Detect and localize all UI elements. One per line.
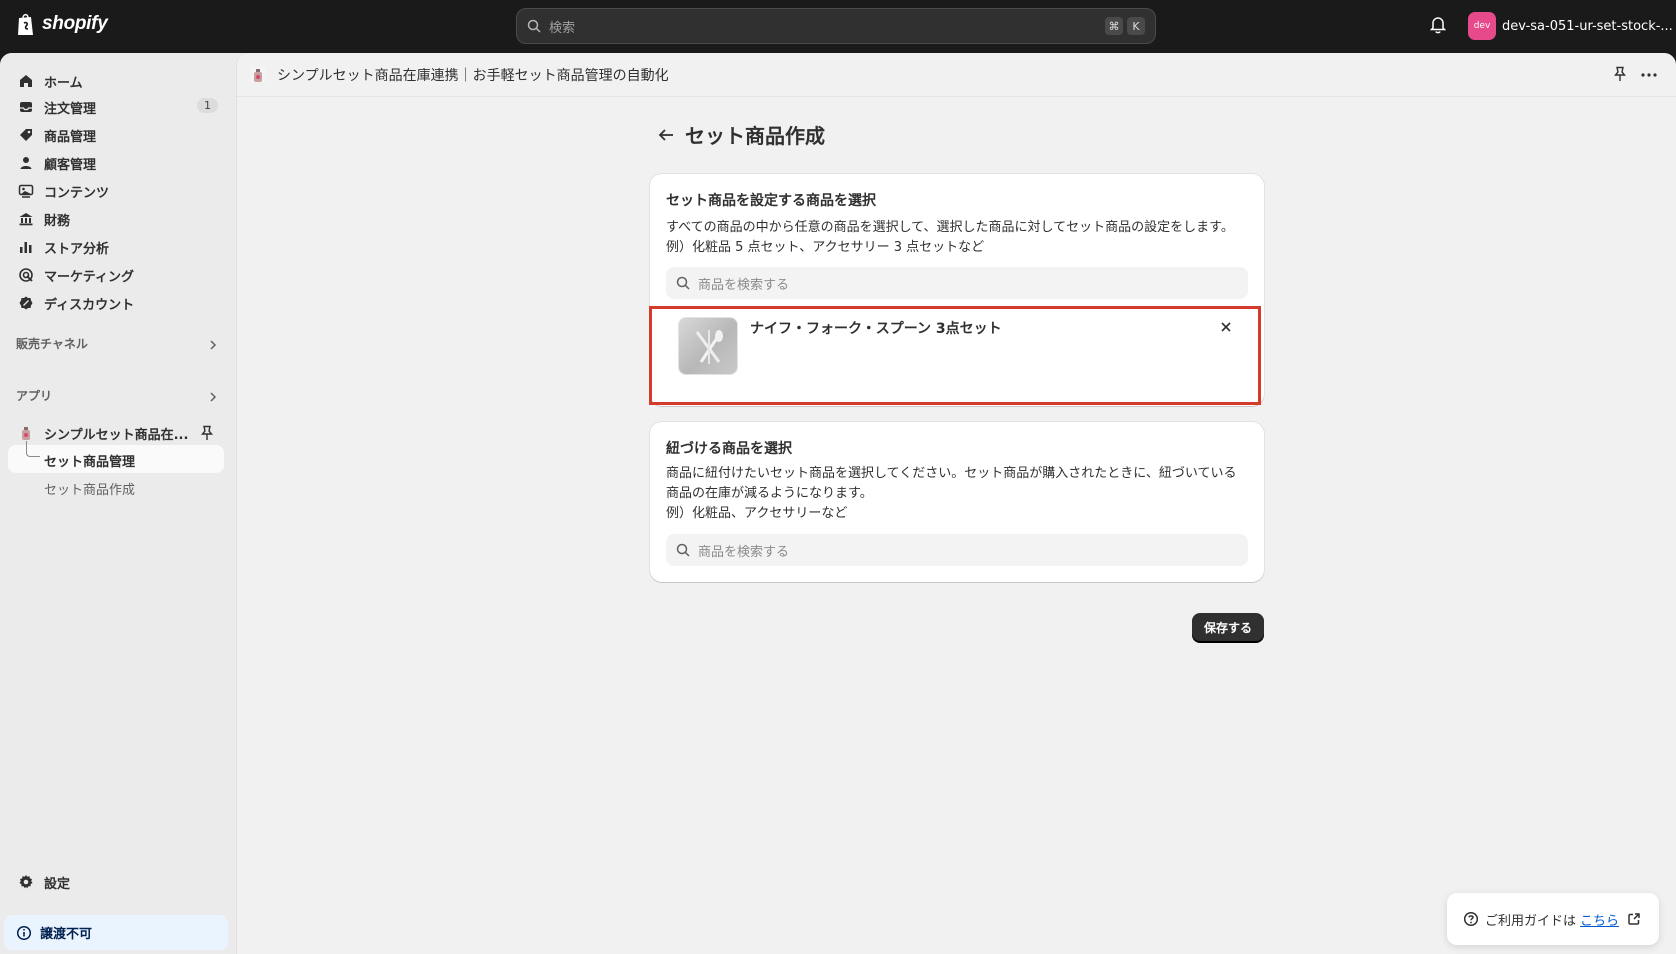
apps-label[interactable]: アプリ — [16, 387, 52, 404]
card-description: すべての商品の中から任意の商品を選択して、選択した商品に対してセット商品の設定を… — [666, 220, 1234, 235]
sidebar-item-label: 注文管理 — [44, 101, 97, 117]
info-icon — [16, 925, 32, 940]
guide-label: ご利用ガイドは — [1485, 913, 1577, 929]
card-title: セット商品を設定する商品を選択 — [666, 193, 876, 209]
sidebar-item-label: ディスカウント — [44, 297, 135, 313]
save-button[interactable]: 保存する — [1192, 613, 1264, 642]
search-icon — [527, 19, 541, 33]
shopify-logo[interactable]: shopify — [16, 12, 108, 36]
cutlery-image — [695, 330, 723, 364]
sales-channels-label[interactable]: 販売チャネル — [16, 335, 88, 352]
sidebar-item-label: 商品管理 — [44, 129, 97, 145]
sidebar-item-label: 財務 — [44, 213, 71, 229]
pin-icon[interactable] — [1613, 66, 1627, 82]
non-transferable-banner[interactable]: 譲渡不可 — [4, 915, 228, 950]
non-transferable-label: 譲渡不可 — [40, 927, 93, 942]
sidebar-item-home[interactable]: ホーム — [8, 67, 224, 95]
card-example: 例）化粧品、アクセサリーなど — [666, 506, 848, 521]
main-content: シンプルセット商品在庫連携｜お手軽セット商品管理の自動化 セット商品作成 セット… — [236, 53, 1676, 954]
search-icon — [676, 543, 690, 557]
app-header: シンプルセット商品在庫連携｜お手軽セット商品管理の自動化 — [237, 53, 1676, 97]
back-arrow-icon[interactable] — [657, 127, 675, 143]
search-icon — [676, 276, 690, 290]
app-bottle-icon — [22, 427, 30, 440]
tree-connector — [26, 441, 40, 457]
pin-icon[interactable] — [200, 425, 214, 441]
image-icon — [18, 184, 34, 198]
sidebar-item-label: コンテンツ — [44, 185, 110, 201]
sidebar-item-content[interactable]: コンテンツ — [8, 177, 224, 205]
chevron-right-icon[interactable] — [208, 391, 218, 403]
user-guide-widget: ご利用ガイドは こちら — [1447, 893, 1659, 945]
sidebar-item-marketing[interactable]: マーケティング — [8, 261, 224, 289]
external-link-icon[interactable] — [1627, 912, 1641, 926]
person-icon — [20, 157, 32, 169]
more-actions-icon[interactable] — [1641, 73, 1657, 77]
sidebar-item-label: 顧客管理 — [44, 157, 97, 173]
tag-icon — [20, 129, 32, 141]
sidebar-item-label: 設定 — [44, 876, 71, 892]
sidebar-item-label: マーケティング — [44, 269, 134, 285]
chart-icon — [20, 242, 32, 253]
page-title: セット商品作成 — [685, 124, 825, 148]
guide-link[interactable]: こちら — [1580, 910, 1619, 929]
card-example: 例）化粧品 5 点セット、アクセサリー 3 点セットなど — [666, 240, 985, 255]
card-title: 紐づける商品を選択 — [666, 441, 792, 457]
sidebar: ホーム 注文管理 1 商品管理 顧客管理 コンテンツ 財務 ストア分析 マーケテ… — [0, 53, 236, 954]
selected-product-name: ナイフ・フォーク・スプーン 3点セット — [750, 321, 1002, 337]
admin-frame: ホーム 注文管理 1 商品管理 顧客管理 コンテンツ 財務 ストア分析 マーケテ… — [0, 53, 1676, 954]
store-name: dev-sa-051-ur-set-stock-... — [1502, 18, 1673, 34]
shortcut-key-command: ⌘ — [1105, 17, 1123, 35]
app-header-title: シンプルセット商品在庫連携｜お手軽セット商品管理の自動化 — [277, 67, 669, 84]
chevron-right-icon[interactable] — [208, 339, 218, 351]
link-products-card: 紐づける商品を選択 商品に紐付けたいセット商品を選択してください。セット商品が購… — [650, 422, 1264, 582]
sidebar-subitem-set-create[interactable]: セット商品作成 — [44, 479, 135, 498]
search-placeholder: 商品を検索する — [698, 544, 790, 560]
bell-icon[interactable] — [1430, 16, 1446, 34]
target-icon — [19, 268, 33, 282]
orders-count-badge: 1 — [197, 98, 218, 113]
search-placeholder: 商品を検索する — [698, 277, 790, 293]
sidebar-item-orders[interactable]: 注文管理 1 — [8, 93, 224, 121]
sidebar-app-item[interactable]: シンプルセット商品在... — [8, 419, 224, 447]
shortcut-key-k: K — [1127, 17, 1145, 35]
logo-text: shopify — [42, 13, 108, 34]
select-base-product-card: セット商品を設定する商品を選択 すべての商品の中から任意の商品を選択して、選択し… — [650, 174, 1264, 406]
app-bottle-icon — [250, 66, 266, 83]
sidebar-item-customers[interactable]: 顧客管理 — [8, 149, 224, 177]
sidebar-item-label: ホーム — [44, 75, 83, 91]
store-menu[interactable]: dev dev-sa-051-ur-set-stock-... — [1468, 12, 1673, 40]
help-icon — [1463, 911, 1479, 927]
card-description: 商品に紐付けたいセット商品を選択してください。セット商品が購入されたときに、紐づ… — [666, 466, 1237, 481]
card-description-2: 商品の在庫が減るようになります。 — [666, 486, 873, 501]
product-search-input[interactable]: 商品を検索する — [666, 267, 1248, 299]
search-placeholder: 検索 — [549, 20, 576, 36]
sidebar-item-settings[interactable]: 設定 — [8, 868, 224, 896]
sidebar-subitem-set-management[interactable]: セット商品管理 — [8, 441, 224, 473]
sidebar-item-products[interactable]: 商品管理 — [8, 121, 224, 149]
gear-icon — [19, 875, 33, 889]
sidebar-item-finance[interactable]: 財務 — [8, 205, 224, 233]
top-bar: shopify 検索 ⌘ K dev dev-sa-051-ur-set-sto… — [0, 0, 1676, 53]
bank-icon — [19, 213, 33, 226]
app-name: シンプルセット商品在... — [44, 427, 189, 443]
home-icon — [20, 75, 32, 87]
sidebar-item-discounts[interactable]: ディスカウント — [8, 289, 224, 317]
page-title-row: セット商品作成 — [657, 120, 825, 149]
sidebar-subitem-label: セット商品管理 — [44, 455, 136, 470]
global-search-input[interactable]: 検索 ⌘ K — [516, 8, 1156, 44]
store-avatar: dev — [1468, 12, 1496, 40]
shopify-bag-icon — [18, 13, 33, 35]
discount-icon — [19, 296, 33, 310]
linked-product-search-input[interactable]: 商品を検索する — [666, 534, 1248, 566]
inbox-icon — [20, 102, 32, 112]
product-thumbnail — [678, 317, 738, 375]
close-icon[interactable] — [1220, 321, 1232, 333]
sidebar-item-analytics[interactable]: ストア分析 — [8, 233, 224, 261]
sidebar-item-label: ストア分析 — [44, 241, 110, 257]
